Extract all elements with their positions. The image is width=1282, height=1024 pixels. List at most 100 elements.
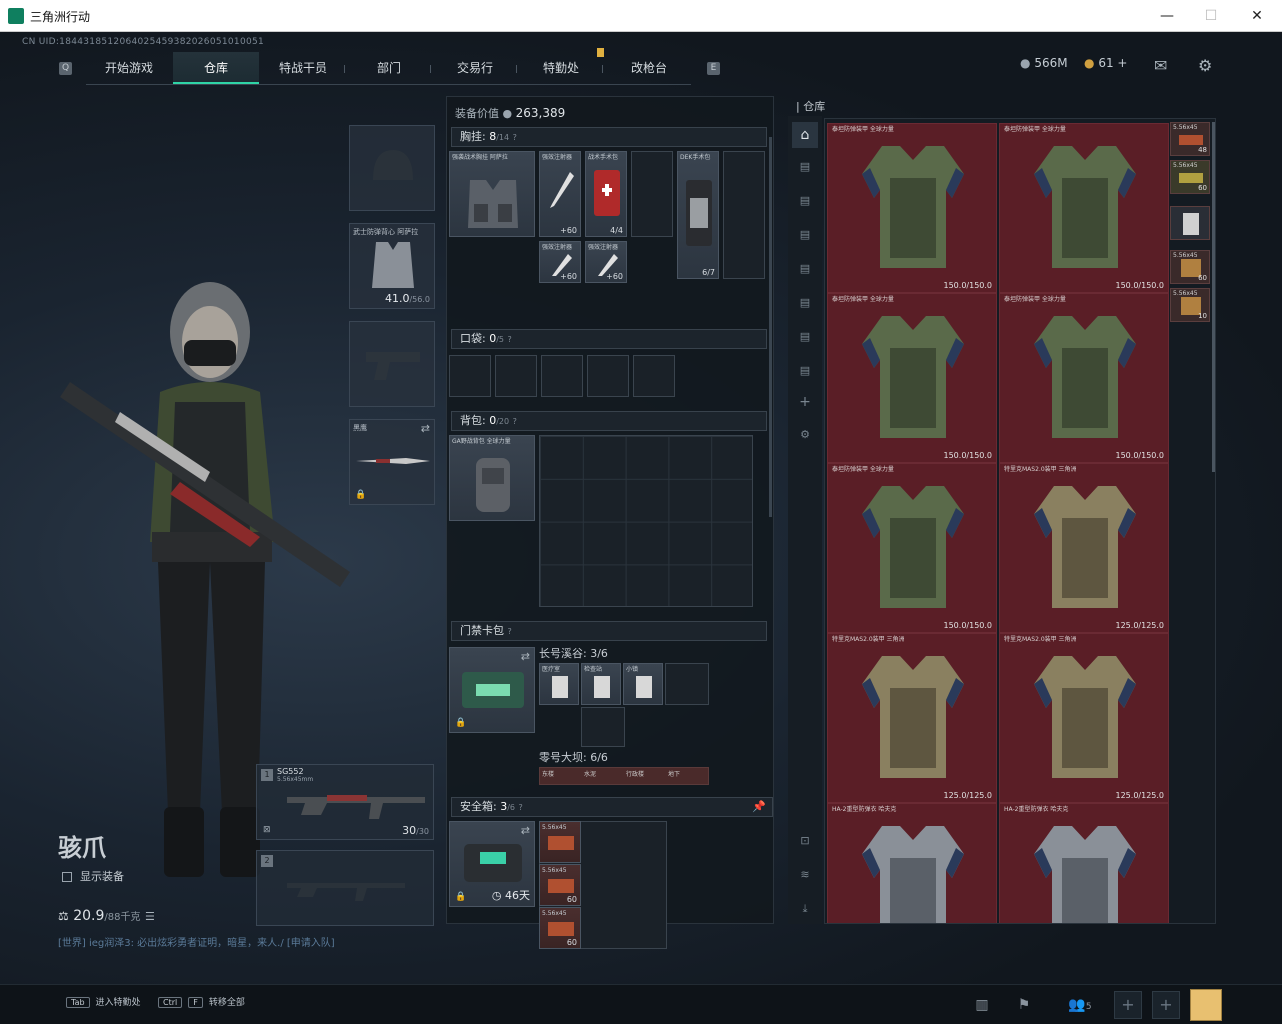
- secondary-weapon-slot[interactable]: 2: [256, 850, 434, 926]
- storage-armor-item[interactable]: 泰坦防弹装甲 全球力量 150.0/150.0: [827, 123, 997, 293]
- empty-cell[interactable]: [665, 663, 709, 705]
- empty-cell[interactable]: [631, 151, 673, 237]
- nav-prev-key[interactable]: Q: [59, 62, 72, 75]
- token-balance[interactable]: ● 61 +: [1084, 56, 1127, 70]
- storage-armor-item[interactable]: 特里克MAS2.0装甲 三角洲 125.0/125.0: [827, 633, 997, 803]
- backpack-header: 背包: 0/20 ?: [451, 411, 767, 431]
- keycard-row-2[interactable]: 东楼 水泥 行政楼 地下: [539, 767, 709, 785]
- gear-icon[interactable]: ⚙: [1198, 56, 1212, 75]
- armor-icon: [1034, 146, 1136, 268]
- show-gear-toggle[interactable]: 显示装备: [62, 868, 124, 884]
- invite-slot-button[interactable]: +: [1152, 991, 1180, 1019]
- storage-armor-item[interactable]: 特里克MAS2.0装甲 三角洲 125.0/125.0: [999, 463, 1169, 633]
- flag-icon[interactable]: ⚑: [1012, 993, 1036, 1017]
- backpack-grid[interactable]: [539, 435, 753, 607]
- ammo-item[interactable]: 5.56x45 60: [539, 864, 581, 906]
- swap-icon[interactable]: ⇄: [521, 824, 530, 837]
- empty-cell[interactable]: [581, 707, 625, 747]
- minimize-button[interactable]: —: [1157, 6, 1177, 26]
- storage-ammo-item[interactable]: 5.56x45 10: [1170, 288, 1210, 322]
- ammo-item[interactable]: 5.56x45 60: [539, 907, 581, 949]
- coin-balance[interactable]: ● 566M: [1020, 56, 1068, 70]
- storage-ammo-item[interactable]: 5.56x45 60: [1170, 250, 1210, 284]
- storage-page-icon[interactable]: ▤: [796, 364, 814, 380]
- storage-ammo-item[interactable]: 5.56x45 60: [1170, 160, 1210, 194]
- tab-operators[interactable]: 特战干员: [266, 52, 340, 84]
- mail-icon[interactable]: ✉: [1154, 56, 1167, 75]
- storage-armor-item[interactable]: HA-2重型防弹衣 哈夫克: [827, 803, 997, 923]
- tab-special-ops[interactable]: 特勤处: [528, 52, 594, 84]
- armor-slot[interactable]: 武士防弹背心 阿萨拉 41.0/56.0: [349, 223, 435, 309]
- keycard-case-item[interactable]: ⇄ 🔒: [449, 647, 535, 733]
- ammo-item[interactable]: 5.56x45: [539, 821, 581, 863]
- lock-icon: 🔒: [455, 718, 467, 728]
- close-button[interactable]: ✕: [1247, 6, 1267, 26]
- primary-weapon-slot[interactable]: 1 SG552 5.56x45mm ⊠ 30/30: [256, 764, 434, 840]
- storage-armor-item[interactable]: 泰坦防弹装甲 全球力量 150.0/150.0: [827, 463, 997, 633]
- syringe-item[interactable]: 强效注射器 +60: [539, 241, 581, 283]
- sort-icon[interactable]: ⊡: [796, 834, 814, 850]
- storage-item[interactable]: [1170, 206, 1210, 240]
- storage-page-icon[interactable]: ▤: [796, 330, 814, 346]
- tab-gunsmith[interactable]: 改枪台: [614, 52, 684, 84]
- swap-icon[interactable]: ⇄: [421, 422, 430, 435]
- invite-slot-button[interactable]: +: [1114, 991, 1142, 1019]
- transfer-all-button[interactable]: Ctrl F 转移全部: [158, 995, 245, 1008]
- melee-slot[interactable]: 黑鹰 ⇄ 🔒: [349, 419, 435, 505]
- pocket-cell[interactable]: [449, 355, 491, 397]
- storage-ammo-item[interactable]: 5.56x45 48: [1170, 122, 1210, 156]
- backpack-item[interactable]: GA野战背包 全球力量: [449, 435, 535, 521]
- world-chat[interactable]: [世界] ieg润泽3: 必出炫彩勇者证明，暗星，来人./ [申请入队]: [58, 934, 335, 949]
- storage-home-icon[interactable]: ⌂: [792, 122, 818, 148]
- character-model: [60, 282, 350, 877]
- storage-armor-item[interactable]: 泰坦防弹装甲 全球力量 150.0/150.0: [827, 293, 997, 463]
- tab-warehouse[interactable]: 仓库: [173, 52, 259, 84]
- nav-next-key[interactable]: E: [707, 62, 720, 75]
- pocket-cell[interactable]: [541, 355, 583, 397]
- storage-page-icon[interactable]: ▤: [796, 228, 814, 244]
- stats-icon[interactable]: ▥: [970, 993, 994, 1017]
- storage-armor-item[interactable]: 泰坦防弹装甲 全球力量 150.0/150.0: [999, 123, 1169, 293]
- storage-page-icon[interactable]: ▤: [796, 194, 814, 210]
- coin-amount: 566M: [1034, 56, 1068, 70]
- surgery-kit-item[interactable]: 战术手术包 4/4: [585, 151, 627, 237]
- swap-icon[interactable]: ⇄: [521, 650, 530, 663]
- checkbox-icon[interactable]: [62, 872, 72, 882]
- mid-scrollbar[interactable]: [769, 137, 772, 517]
- pin-icon[interactable]: 📌: [752, 798, 766, 816]
- pocket-cell[interactable]: [587, 355, 629, 397]
- layers-icon[interactable]: ≋: [796, 868, 814, 884]
- storage-armor-item[interactable]: 泰坦防弹装甲 全球力量 150.0/150.0: [999, 293, 1169, 463]
- tab-start-game[interactable]: 开始游戏: [96, 52, 162, 84]
- storage-page-icon[interactable]: ▤: [796, 296, 814, 312]
- keycard-item[interactable]: 小镇: [623, 663, 663, 705]
- keycard-item[interactable]: 检查站: [581, 663, 621, 705]
- tab-trade[interactable]: 交易行: [442, 52, 508, 84]
- avatar[interactable]: [1190, 989, 1222, 1021]
- storage-settings-icon[interactable]: ⚙: [796, 428, 814, 444]
- syringe-item[interactable]: 强效注射器 +60: [539, 151, 581, 237]
- enter-special-ops-button[interactable]: Tab 进入特勤处: [66, 995, 141, 1008]
- safebox-item[interactable]: ⇄ 🔒 ◷ 46天: [449, 821, 535, 907]
- helmet-slot[interactable]: [349, 125, 435, 211]
- empty-cell[interactable]: [723, 151, 765, 279]
- friends-button[interactable]: 👥5: [1060, 993, 1100, 1017]
- pistol-slot[interactable]: [349, 321, 435, 407]
- storage-armor-item[interactable]: HA-2重型防弹衣 哈夫克: [999, 803, 1169, 923]
- add-token-button[interactable]: +: [1117, 56, 1127, 70]
- dek-kit-item[interactable]: DEK手术包 6/7: [677, 151, 719, 279]
- storage-scrollbar[interactable]: [1212, 122, 1215, 472]
- chest-rig-item[interactable]: 强袭战术胸挂 阿萨拉: [449, 151, 535, 237]
- arrange-icon[interactable]: ⤓: [796, 902, 814, 918]
- pocket-cell[interactable]: [633, 355, 675, 397]
- tab-department[interactable]: 部门: [356, 52, 422, 84]
- maximize-button[interactable]: ☐: [1201, 6, 1221, 26]
- pocket-cell[interactable]: [495, 355, 537, 397]
- add-page-icon[interactable]: +: [796, 394, 814, 410]
- storage-page-icon[interactable]: ▤: [796, 160, 814, 176]
- syringe-item[interactable]: 强效注射器 +60: [585, 241, 627, 283]
- keycard-item[interactable]: 医疗室: [539, 663, 579, 705]
- storage-page-icon[interactable]: ▤: [796, 262, 814, 278]
- list-icon[interactable]: ☰: [145, 910, 155, 923]
- storage-armor-item[interactable]: 特里克MAS2.0装甲 三角洲 125.0/125.0: [999, 633, 1169, 803]
